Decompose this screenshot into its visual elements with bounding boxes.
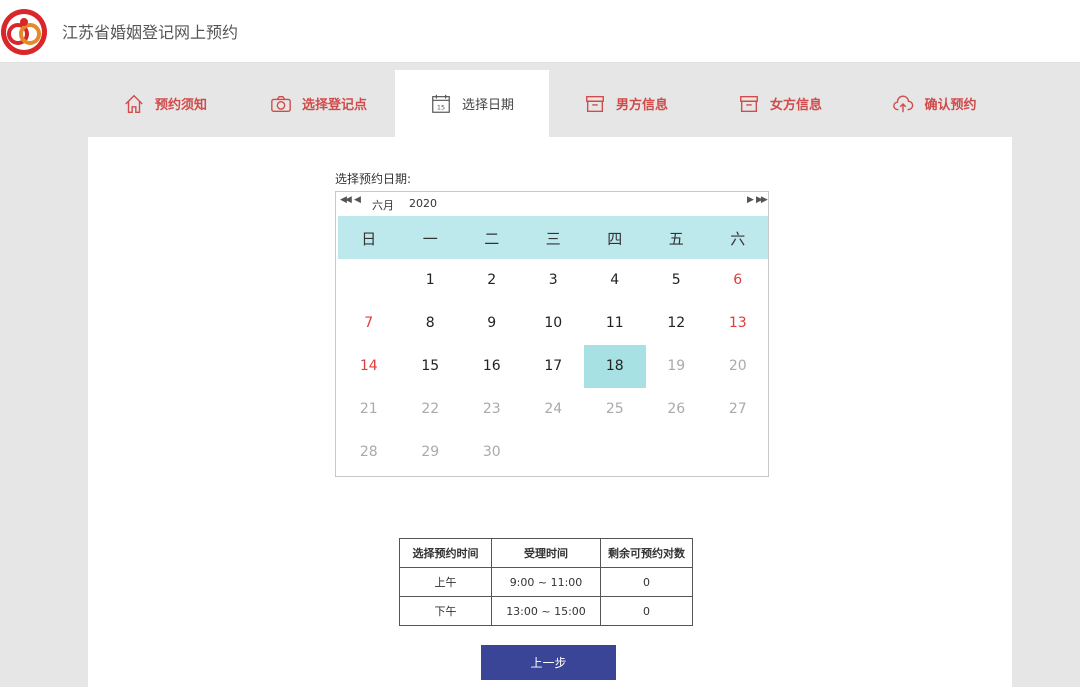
weekday-label: 三 — [545, 230, 561, 248]
tab-confirm-label: 确认预约 — [924, 98, 977, 113]
weekday-label: 四 — [607, 230, 623, 248]
time-period-cell[interactable]: 下午 — [399, 596, 492, 626]
table-header-row: 选择预约时间 受理时间 剩余可预约对数 — [399, 538, 693, 568]
tab-select-date-label: 选择日期 — [461, 98, 514, 113]
tab-notice-label: 预约须知 — [154, 98, 207, 113]
calendar-day: 22 — [421, 401, 440, 417]
calendar-day[interactable]: 5 — [646, 259, 708, 302]
calendar-day: 23 — [482, 401, 501, 417]
tab-groom-info-label: 男方信息 — [615, 98, 668, 113]
calendar-year: 2020 — [409, 197, 437, 210]
calendar-day: 27 — [728, 401, 747, 417]
site-title: 江苏省婚姻登记网上预约 — [62, 23, 239, 42]
camera-icon — [271, 95, 291, 112]
column-header: 选择预约时间 — [399, 538, 492, 568]
column-header: 剩余可预约对数 — [600, 538, 693, 568]
tab-select-date[interactable]: 15 选择日期 — [395, 70, 549, 137]
header: 江苏省婚姻登记网上预约 — [0, 0, 1080, 63]
calendar-day[interactable]: 8 — [400, 302, 462, 345]
time-period-cell[interactable]: 上午 — [399, 567, 492, 597]
step-tabs: 预约须知 选择登记点 15 选择日期 男方信息 女方信息 确认预约 — [88, 70, 1012, 137]
calendar-day: 29 — [421, 444, 440, 460]
calendar-day: 28 — [359, 444, 378, 460]
calendar-day: 24 — [544, 401, 563, 417]
calendar-day[interactable]: 2 — [461, 259, 523, 302]
calendar-day[interactable]: 3 — [523, 259, 585, 302]
calendar-day[interactable]: 12 — [646, 302, 708, 345]
calendar-icon: 15 — [432, 94, 450, 113]
calendar-day[interactable]: 17 — [523, 345, 585, 388]
weekday-label: 一 — [422, 230, 438, 248]
calendar-day[interactable]: 1 — [400, 259, 462, 302]
date-picker-label: 选择预约日期: — [335, 172, 412, 186]
calendar-nav: ◀◀ ◀ 六月 2020 ▶ ▶▶ — [336, 192, 768, 214]
svg-text:15: 15 — [437, 103, 445, 111]
home-icon — [125, 94, 143, 113]
calendar-day: 21 — [359, 401, 378, 417]
tab-bride-info-label: 女方信息 — [769, 98, 822, 113]
marriage-registry-logo — [1, 9, 47, 55]
date-picker: ◀◀ ◀ 六月 2020 ▶ ▶▶ 日 一 二 三 四 五 六 12345678… — [335, 191, 769, 477]
calendar-day[interactable]: 9 — [461, 302, 523, 345]
weekday-label: 日 — [361, 230, 377, 248]
weekday-label: 五 — [668, 230, 684, 248]
hours-cell: 9:00 ~ 11:00 — [491, 567, 601, 597]
archive-box-icon — [740, 95, 758, 112]
weekday-label: 二 — [484, 230, 500, 248]
table-row[interactable]: 下午 13:00 ~ 15:00 0 — [399, 596, 693, 626]
cloud-upload-icon — [893, 95, 914, 112]
tab-bride-info[interactable]: 女方信息 — [703, 70, 857, 137]
calendar-day: 19 — [667, 358, 686, 374]
calendar-day[interactable]: 6 — [707, 259, 769, 302]
calendar-day: 30 — [482, 444, 501, 460]
hours-cell: 13:00 ~ 15:00 — [491, 596, 601, 626]
calendar-day[interactable]: 10 — [523, 302, 585, 345]
weekday-header: 日 一 二 三 四 五 六 — [338, 216, 768, 259]
calendar-day: 26 — [667, 401, 686, 417]
calendar-day[interactable]: 7 — [338, 302, 400, 345]
tab-registry-office-label: 选择登记点 — [301, 98, 367, 113]
calendar-day: 20 — [728, 358, 747, 374]
remaining-cell: 0 — [600, 567, 693, 597]
tab-confirm[interactable]: 确认预约 — [857, 70, 1012, 137]
calendar-day[interactable]: 4 — [584, 259, 646, 302]
weekday-label: 六 — [730, 230, 746, 248]
next-year-icon[interactable]: ▶▶ — [756, 195, 768, 205]
previous-step-button[interactable]: 上一步 — [481, 645, 616, 680]
calendar-month: 六月 — [372, 199, 394, 212]
calendar-day[interactable]: 11 — [584, 302, 646, 345]
prev-year-icon[interactable]: ◀◀ — [340, 195, 352, 205]
table-row[interactable]: 上午 9:00 ~ 11:00 0 — [399, 567, 693, 597]
time-slot-table: 选择预约时间 受理时间 剩余可预约对数 上午 9:00 ~ 11:00 0 下午… — [399, 538, 693, 626]
calendar-day[interactable]: 16 — [461, 345, 523, 388]
calendar-day[interactable]: 14 — [338, 345, 400, 388]
calendar-day-selected[interactable]: 18 — [584, 345, 646, 388]
calendar-day[interactable]: 13 — [707, 302, 769, 345]
tab-notice[interactable]: 预约须知 — [88, 70, 242, 137]
archive-box-icon — [586, 95, 604, 112]
calendar-day: 25 — [605, 401, 624, 417]
tab-groom-info[interactable]: 男方信息 — [549, 70, 703, 137]
next-month-icon[interactable]: ▶ — [747, 195, 754, 205]
remaining-cell: 0 — [600, 596, 693, 626]
calendar-day[interactable]: 15 — [400, 345, 462, 388]
tab-registry-office[interactable]: 选择登记点 — [242, 70, 395, 137]
column-header: 受理时间 — [491, 538, 601, 568]
prev-month-icon[interactable]: ◀ — [354, 195, 361, 205]
